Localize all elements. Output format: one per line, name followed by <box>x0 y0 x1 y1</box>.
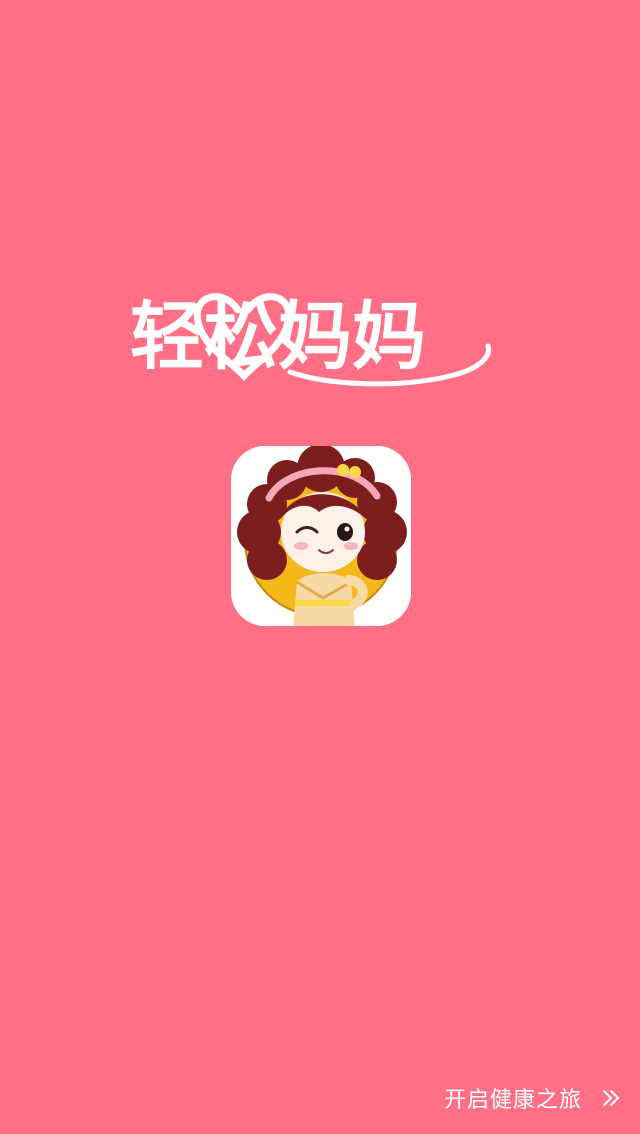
app-icon <box>231 446 411 626</box>
double-chevron-right-icon <box>600 1087 622 1109</box>
logo-text: 轻松妈妈 <box>130 294 426 380</box>
start-journey-button[interactable]: 开启健康之旅 <box>444 1078 622 1118</box>
splash-screen: 轻松妈妈 开启健康之旅 <box>0 0 640 1134</box>
start-journey-label: 开启健康之旅 <box>443 1088 582 1113</box>
logo-wordmark: 轻松妈妈 <box>130 293 492 387</box>
app-logo: 轻松妈妈 <box>120 280 520 390</box>
cartoon-girl-icon <box>231 446 411 626</box>
